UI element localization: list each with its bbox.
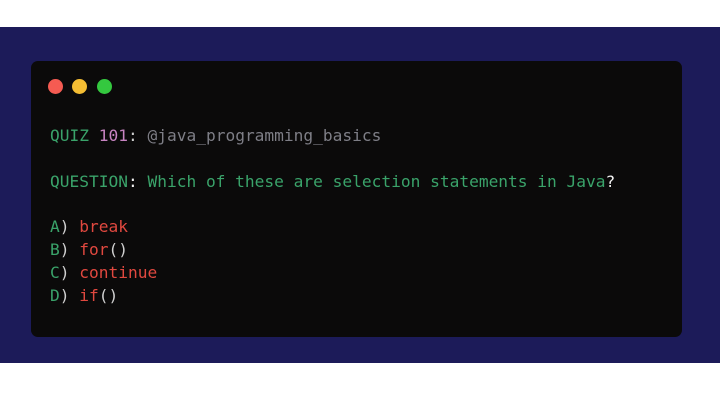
option-paren: ) [59, 240, 70, 259]
quiz-line: QUIZ 101: @java_programming_basics [50, 124, 381, 147]
option-suffix: () [108, 240, 129, 259]
option-paren: ) [59, 217, 70, 236]
quiz-handle: @java_programming_basics [147, 126, 382, 145]
option-letter: C [50, 263, 60, 282]
option-letter: A [50, 217, 60, 236]
option-c: C) continue [50, 261, 157, 284]
close-dot-icon[interactable] [48, 79, 63, 94]
minimize-dot-icon[interactable] [72, 79, 87, 94]
option-paren: ) [59, 286, 70, 305]
question-mark: ? [605, 172, 616, 191]
option-suffix: () [98, 286, 119, 305]
quiz-label: QUIZ [50, 126, 89, 145]
maximize-dot-icon[interactable] [97, 79, 112, 94]
code-window: QUIZ 101: @java_programming_basics QUEST… [31, 61, 682, 337]
option-text: break [79, 217, 128, 236]
question-text: Which of these are selection statements … [137, 172, 606, 191]
option-paren: ) [59, 263, 70, 282]
question-label: QUESTION [50, 172, 128, 191]
option-text: if [79, 286, 99, 305]
quiz-number: 101 [98, 126, 128, 145]
question-line: QUESTION: Which of these are selection s… [50, 170, 615, 193]
options-list: A) break B) for() C) continue D) if() [50, 215, 157, 307]
option-d: D) if() [50, 284, 157, 307]
question-colon: : [127, 172, 138, 191]
option-a: A) break [50, 215, 157, 238]
quiz-colon: : [127, 126, 138, 145]
option-text: for [79, 240, 109, 259]
option-letter: D [50, 286, 60, 305]
option-text: continue [79, 263, 158, 282]
option-b: B) for() [50, 238, 157, 261]
option-letter: B [50, 240, 60, 259]
